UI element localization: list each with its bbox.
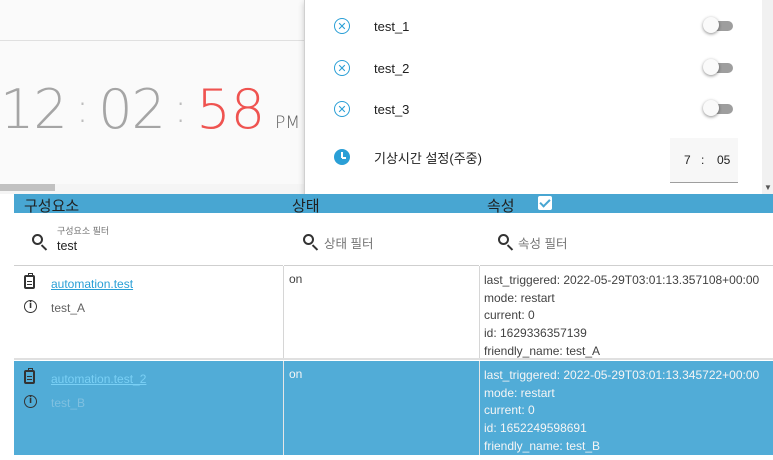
entity-filter-value[interactable]: test: [57, 239, 77, 253]
time-input[interactable]: 7 : 05: [670, 138, 738, 183]
attribute-line: friendly_name: test_B: [484, 438, 601, 453]
clock-icon: [334, 149, 350, 165]
attribute-line: mode: restart: [484, 385, 555, 400]
scroll-down-icon[interactable]: ▼: [764, 183, 772, 192]
table-row: automation.test i test_A on last_trigger…: [14, 266, 773, 358]
friendly-name: test_B: [51, 396, 86, 410]
attribute-line: mode: restart: [484, 290, 555, 305]
entities-popup-panel: ✕ test_1 ✕ test_2 ✕ test_3 기상시간 설정(주중) 7…: [304, 0, 763, 197]
state-value: on: [289, 272, 303, 286]
toggle-switch[interactable]: [703, 17, 735, 33]
attribute-line: last_triggered: 2022-05-29T03:01:13.3571…: [484, 273, 760, 287]
entity-filter[interactable]: 구성요소 필터 test: [14, 213, 283, 266]
attributes-list: last_triggered: 2022-05-29T03:01:13.3571…: [484, 272, 759, 361]
attributes-filter[interactable]: 속성 필터: [480, 213, 773, 266]
attributes-cell: last_triggered: 2022-05-29T03:01:13.3457…: [479, 361, 773, 455]
toggle-switch[interactable]: [703, 59, 735, 75]
clock-hours: 12: [0, 78, 68, 141]
state-value: on: [289, 367, 303, 381]
clock-minutes: 02: [98, 78, 166, 141]
attribute-line: id: 1629336357139: [484, 326, 587, 341]
search-icon: [32, 234, 43, 245]
table-row: automation.test_2 i test_B on last_trigg…: [14, 361, 773, 455]
entity-label: test_2: [374, 60, 410, 76]
attribute-line: current: 0: [484, 308, 535, 323]
clock-ampm: PM: [275, 113, 301, 133]
info-icon[interactable]: i: [24, 395, 37, 408]
attributes-list: last_triggered: 2022-05-29T03:01:13.3457…: [484, 367, 759, 456]
attributes-filter-input[interactable]: 속성 필터: [518, 233, 567, 252]
entity-filter-label: 구성요소 필터: [57, 226, 110, 236]
state-cell: on: [283, 361, 480, 455]
attribute-line: id: 1652249598691: [484, 421, 587, 436]
entity-label: test_3: [374, 101, 410, 117]
vertical-scrollbar[interactable]: ▼: [762, 0, 773, 197]
attribute-line: current: 0: [484, 403, 535, 418]
table-header: 구성요소 상태 속성: [14, 194, 773, 215]
entity-row-test-2[interactable]: ✕ test_2: [305, 48, 763, 88]
state-filter[interactable]: 상태 필터: [284, 213, 479, 266]
entity-id-link[interactable]: automation.test_2: [51, 372, 146, 386]
time-hour[interactable]: 7: [684, 153, 691, 167]
entity-row-test-1[interactable]: ✕ test_1: [305, 6, 763, 46]
entity-cell: automation.test_2 i test_B: [14, 361, 283, 455]
attribute-line: last_triggered: 2022-05-29T03:01:13.3457…: [484, 368, 760, 382]
clock-seconds: 58: [196, 78, 266, 141]
card-divider: [0, 40, 304, 41]
entity-id-link[interactable]: automation.test: [51, 277, 133, 291]
info-icon[interactable]: i: [24, 300, 37, 313]
state-cell: on: [283, 266, 480, 358]
clipboard-icon[interactable]: [24, 273, 35, 289]
clock-separator: :: [173, 86, 188, 132]
friendly-name: test_A: [51, 301, 86, 315]
entity-row-test-3[interactable]: ✕ test_3: [305, 89, 763, 129]
toggle-switch[interactable]: [703, 100, 735, 116]
clock-separator: :: [75, 86, 90, 132]
cancel-icon: ✕: [334, 60, 350, 76]
attributes-cell: last_triggered: 2022-05-29T03:01:13.3571…: [479, 266, 773, 358]
time-minute[interactable]: 05: [717, 153, 730, 167]
entity-label: test_1: [374, 18, 410, 34]
cancel-icon: ✕: [334, 18, 350, 34]
search-icon: [303, 234, 314, 245]
clipboard-icon[interactable]: [24, 368, 35, 384]
time-separator: :: [701, 153, 705, 167]
horizontal-scrollbar[interactable]: [0, 184, 304, 194]
wake-time-label: 기상시간 설정(주중): [374, 150, 482, 166]
state-filter-input[interactable]: 상태 필터: [324, 233, 373, 252]
attributes-checkbox[interactable]: [538, 196, 552, 210]
scrollbar-thumb[interactable]: [0, 184, 55, 191]
search-icon: [498, 234, 509, 245]
clock-card: 12 : 02 : 58 PM: [0, 0, 304, 184]
row-divider: [14, 358, 773, 360]
entity-cell: automation.test i test_A: [14, 266, 283, 358]
digital-clock: 12 : 02 : 58 PM: [0, 78, 300, 148]
cancel-icon: ✕: [334, 101, 350, 117]
